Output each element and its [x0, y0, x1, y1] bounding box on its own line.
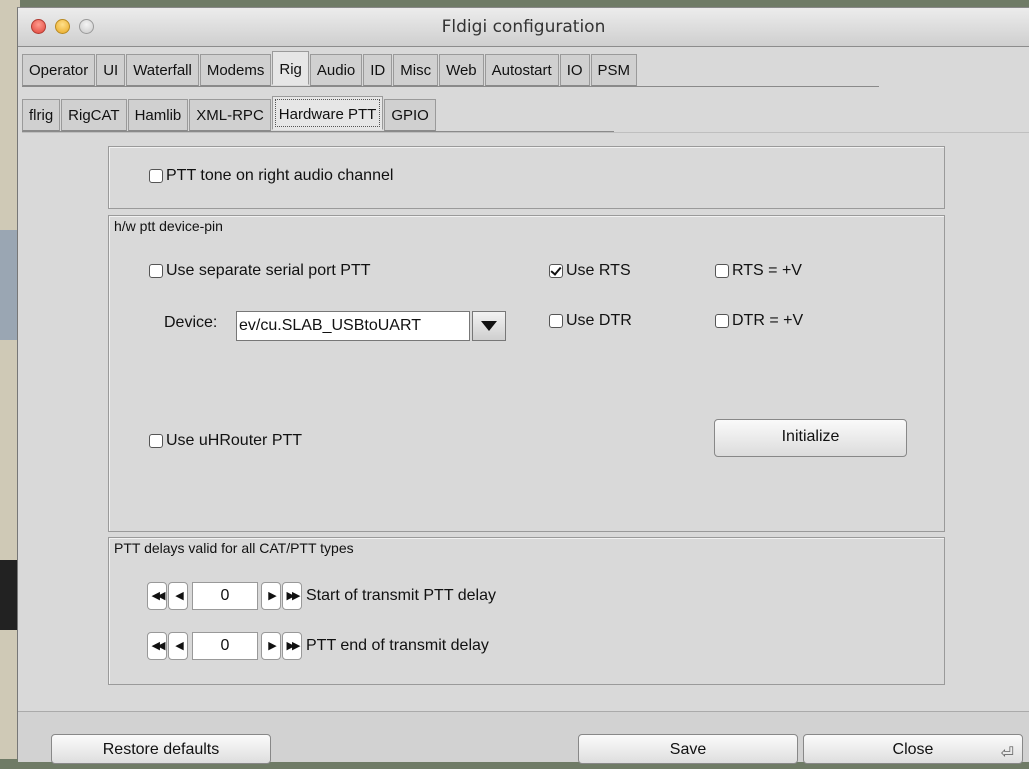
restore-defaults-button[interactable]: Restore defaults: [51, 734, 271, 764]
step-forward-icon[interactable]: ▶: [261, 582, 281, 610]
checkbox-box[interactable]: [149, 434, 163, 448]
tab-modems[interactable]: Modems: [199, 54, 272, 86]
tab-autostart[interactable]: Autostart: [484, 54, 559, 86]
fast-forward-icon[interactable]: ▶▶: [282, 582, 302, 610]
rts-plus-v-label: RTS = +V: [732, 262, 802, 279]
hw-ptt-group: h/w ptt device-pin Use separate serial p…: [108, 215, 945, 532]
window-title: Fldigi configuration: [441, 17, 606, 37]
end-delay-label: PTT end of transmit delay: [306, 637, 489, 654]
main-tabs: Operator UI Waterfall Modems Rig Audio ID Misc W…: [22, 51, 638, 87]
config-window: Fldigi configuration Operator UI Waterfall…: [17, 7, 1029, 764]
subtab-rigcat[interactable]: RigCAT: [61, 99, 127, 131]
tab-operator[interactable]: Operator: [22, 54, 96, 86]
initialize-button[interactable]: Initialize: [714, 419, 907, 457]
tab-ui[interactable]: UI: [96, 54, 126, 86]
close-button[interactable]: Close ⏎: [803, 734, 1023, 764]
hardware-ptt-page: PTT tone on right audio channel h/w ptt …: [22, 132, 1029, 711]
ptt-delays-title: PTT delays valid for all CAT/PTT types: [114, 540, 354, 556]
step-forward-icon[interactable]: ▶: [261, 632, 281, 660]
start-delay-counter: ◀◀ ◀ 0 ▶ ▶▶ Start of transmit PTT delay: [147, 582, 496, 610]
tab-id[interactable]: ID: [363, 54, 393, 86]
device-label: Device:: [164, 314, 218, 331]
fast-forward-icon[interactable]: ▶▶: [282, 632, 302, 660]
tab-web[interactable]: Web: [439, 54, 484, 86]
tab-waterfall[interactable]: Waterfall: [126, 54, 199, 86]
ptt-tone-label: PTT tone on right audio channel: [166, 167, 394, 184]
fast-rewind-icon[interactable]: ◀◀: [147, 582, 167, 610]
tab-rig[interactable]: Rig: [272, 51, 309, 85]
checkbox-box[interactable]: [149, 264, 163, 278]
ptt-tone-checkbox[interactable]: PTT tone on right audio channel: [149, 167, 393, 185]
separate-serial-label: Use separate serial port PTT: [166, 262, 371, 279]
end-delay-counter: ◀◀ ◀ 0 ▶ ▶▶ PTT end of transmit delay: [147, 632, 489, 660]
tab-io[interactable]: IO: [559, 54, 590, 86]
bottom-button-bar: Restore defaults Save Close ⏎: [18, 711, 1029, 764]
title-bar[interactable]: Fldigi configuration: [18, 8, 1029, 47]
uhrouter-checkbox[interactable]: Use uHRouter PTT: [149, 432, 302, 450]
close-button-label: Close: [892, 741, 934, 758]
step-back-icon[interactable]: ◀: [168, 632, 188, 660]
subtab-flrig[interactable]: flrig: [22, 99, 61, 131]
use-rts-label: Use RTS: [566, 262, 631, 279]
use-dtr-checkbox[interactable]: Use DTR: [549, 312, 632, 330]
subtab-gpio[interactable]: GPIO: [384, 99, 436, 131]
checkbox-box[interactable]: [715, 314, 729, 328]
checkbox-box[interactable]: [715, 264, 729, 278]
tab-misc[interactable]: Misc: [393, 54, 439, 86]
dropdown-arrow-icon: [481, 321, 497, 331]
step-back-icon[interactable]: ◀: [168, 582, 188, 610]
subtab-hardware-ptt[interactable]: Hardware PTT: [271, 96, 384, 130]
rts-plus-v-checkbox[interactable]: RTS = +V: [715, 262, 802, 280]
ptt-tone-group: PTT tone on right audio channel: [108, 146, 945, 209]
checkbox-box[interactable]: [549, 314, 563, 328]
use-dtr-label: Use DTR: [566, 312, 632, 329]
rig-subtabs: flrig RigCAT Hamlib XML-RPC Hardware PTT GPIO: [22, 96, 437, 132]
hw-ptt-group-title: h/w ptt device-pin: [114, 218, 223, 234]
fast-rewind-icon[interactable]: ◀◀: [147, 632, 167, 660]
ptt-delays-group: PTT delays valid for all CAT/PTT types ◀…: [108, 537, 945, 685]
use-rts-checkbox[interactable]: Use RTS: [549, 262, 631, 280]
subtab-xml-rpc[interactable]: XML-RPC: [189, 99, 271, 131]
uhrouter-label: Use uHRouter PTT: [166, 432, 303, 449]
start-delay-value[interactable]: 0: [192, 582, 258, 610]
subtab-hamlib[interactable]: Hamlib: [127, 99, 189, 131]
device-input[interactable]: ev/cu.SLAB_USBtoUART: [236, 311, 470, 341]
start-delay-label: Start of transmit PTT delay: [306, 587, 496, 604]
save-button[interactable]: Save: [578, 734, 798, 764]
device-dropdown-button[interactable]: [472, 311, 506, 341]
return-key-icon: ⏎: [1000, 745, 1014, 762]
checkbox-box[interactable]: [149, 169, 163, 183]
checkbox-box-checked[interactable]: [549, 264, 563, 278]
dtr-plus-v-label: DTR = +V: [732, 312, 804, 329]
dtr-plus-v-checkbox[interactable]: DTR = +V: [715, 312, 803, 330]
tab-audio[interactable]: Audio: [309, 54, 363, 86]
separate-serial-checkbox[interactable]: Use separate serial port PTT: [149, 262, 371, 280]
end-delay-value[interactable]: 0: [192, 632, 258, 660]
tab-psm[interactable]: PSM: [590, 54, 638, 86]
